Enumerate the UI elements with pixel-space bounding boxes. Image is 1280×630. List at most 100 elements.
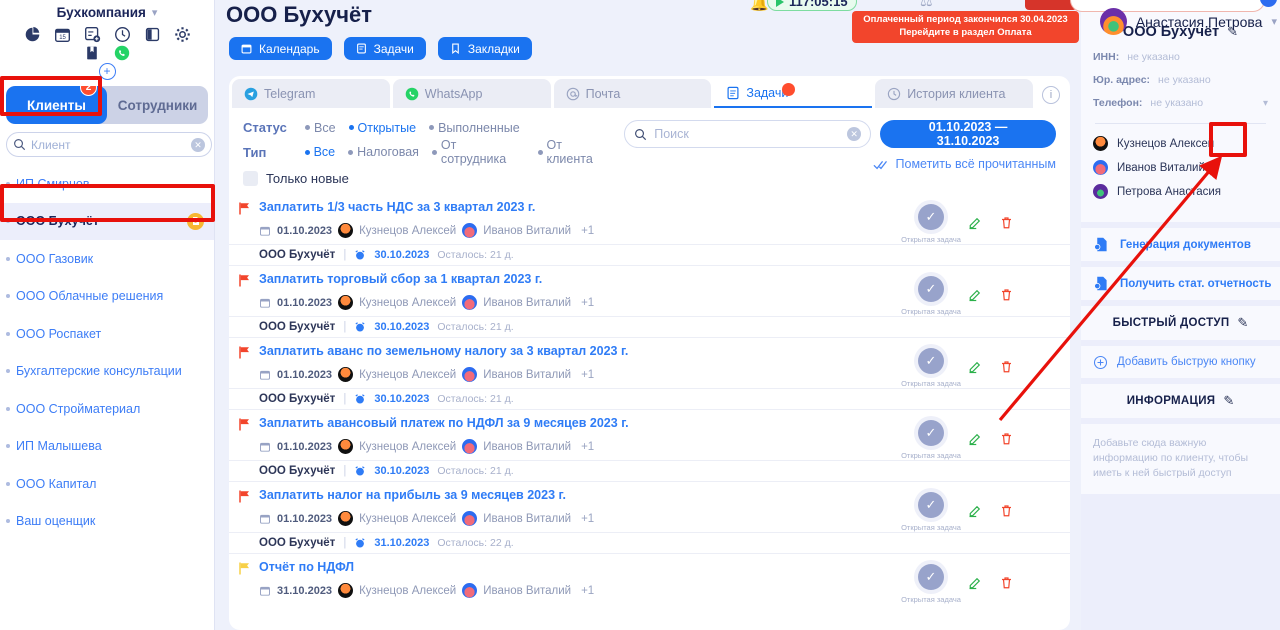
- task-row[interactable]: Заплатить 1/3 часть НДС за 3 квартал 202…: [229, 194, 1070, 265]
- priority-flag-icon[interactable]: [229, 560, 259, 580]
- sidebar-tab-clients[interactable]: Клиенты 2: [6, 86, 107, 124]
- company-selector[interactable]: Бухкомпания ▾: [0, 0, 214, 22]
- status-option-all[interactable]: Все: [305, 121, 336, 135]
- sidebar-tab-employees[interactable]: Сотрудники: [107, 86, 208, 124]
- client-list-item[interactable]: ООО Облачные решения: [0, 278, 214, 316]
- delete-task-icon[interactable]: [999, 359, 1014, 377]
- client-docs-badge[interactable]: [187, 212, 204, 230]
- edit-task-icon[interactable]: [968, 359, 983, 377]
- type-option-all[interactable]: Все: [304, 145, 335, 159]
- mark-all-read-button[interactable]: Пометить всё прочитанным: [872, 157, 1056, 171]
- client-search-input[interactable]: [31, 137, 186, 152]
- task-title[interactable]: Заплатить авансовый платеж по НДФЛ за 9 …: [259, 416, 902, 430]
- task-row[interactable]: Заплатить торговый сбор за 1 квартал 202…: [229, 265, 1070, 337]
- task-row[interactable]: Отчёт по НДФЛ 31.10.2023 Кузнецов Алексей И…: [229, 553, 1070, 604]
- task-row[interactable]: Заплатить авансовый платеж по НДФЛ за 9 …: [229, 409, 1070, 481]
- task-title[interactable]: Заплатить 1/3 часть НДС за 3 квартал 202…: [259, 200, 902, 214]
- type-option-from-employee[interactable]: От сотрудника: [431, 138, 525, 166]
- type-option-from-client[interactable]: От клиента: [537, 138, 612, 166]
- chart-pie-icon[interactable]: [24, 26, 41, 43]
- status-option-done[interactable]: Выполненные: [429, 121, 520, 135]
- delete-task-icon[interactable]: [999, 431, 1014, 449]
- task-more-assignees[interactable]: +1: [581, 369, 594, 381]
- task-row[interactable]: Заплатить налог на прибыль за 9 месяцев …: [229, 481, 1070, 553]
- complete-task-button[interactable]: ✓: [918, 564, 944, 590]
- tasks-button[interactable]: Задачи: [343, 37, 426, 60]
- task-title[interactable]: Заплатить торговый сбор за 1 квартал 202…: [259, 272, 902, 286]
- type-option-tax[interactable]: Налоговая: [348, 145, 419, 159]
- calendar-icon[interactable]: 15: [54, 26, 71, 43]
- client-list-item[interactable]: ООО Роспакет: [0, 315, 214, 353]
- client-list-item[interactable]: ИП Малышева: [0, 428, 214, 466]
- priority-flag-icon[interactable]: [229, 272, 259, 292]
- task-title[interactable]: Заплатить налог на прибыль за 9 месяцев …: [259, 488, 902, 502]
- get-stat-reports-button[interactable]: Получить стат. отчетность: [1081, 267, 1280, 300]
- edit-task-icon[interactable]: [968, 503, 983, 521]
- edit-task-icon[interactable]: [968, 287, 983, 305]
- channel-tab-1[interactable]: Telegram: [232, 79, 390, 108]
- client-list-item[interactable]: ООО Капитал: [0, 465, 214, 503]
- date-range-button[interactable]: 01.10.2023 — 31.10.2023: [880, 120, 1056, 148]
- edit-task-icon[interactable]: [968, 215, 983, 233]
- clear-search-icon[interactable]: ✕: [191, 137, 205, 152]
- only-new-checkbox[interactable]: Только новые: [243, 171, 624, 186]
- delete-task-icon[interactable]: [999, 215, 1014, 233]
- calendar-button[interactable]: Календарь: [229, 37, 332, 60]
- channel-tab-2[interactable]: WhatsApp: [392, 79, 551, 108]
- priority-flag-icon[interactable]: [229, 416, 259, 436]
- edit-task-icon[interactable]: [968, 575, 983, 593]
- client-list-item[interactable]: ИП Смирнов: [0, 165, 214, 203]
- client-list-item[interactable]: Бухгалтерские консультации: [0, 353, 214, 391]
- task-more-assignees[interactable]: +1: [581, 297, 594, 309]
- generate-documents-button[interactable]: Генерация документов: [1081, 228, 1280, 261]
- chevron-down-icon[interactable]: ▾: [1263, 98, 1268, 109]
- panel-icon[interactable]: [144, 26, 161, 43]
- clock-icon[interactable]: [114, 26, 131, 43]
- task-more-assignees[interactable]: +1: [581, 225, 594, 237]
- task-title[interactable]: Заплатить аванс по земельному налогу за …: [259, 344, 902, 358]
- complete-task-button[interactable]: ✓: [918, 204, 944, 230]
- delete-task-icon[interactable]: [999, 287, 1014, 305]
- delete-task-icon[interactable]: [999, 575, 1014, 593]
- edit-task-icon[interactable]: [968, 431, 983, 449]
- complete-task-button[interactable]: ✓: [918, 348, 944, 374]
- gear-icon[interactable]: [174, 26, 191, 43]
- task-more-assignees[interactable]: +1: [581, 585, 594, 597]
- person-row[interactable]: Кузнецов Алексей: [1093, 136, 1268, 151]
- channel-tab-4[interactable]: Задачи: [714, 79, 873, 108]
- task-search-box[interactable]: ✕: [624, 120, 872, 148]
- priority-flag-icon[interactable]: [229, 200, 259, 220]
- status-option-open[interactable]: Открытые: [348, 121, 416, 135]
- client-list-item[interactable]: ООО Стройматериал: [0, 390, 214, 428]
- person-row[interactable]: Петрова Анастасия: [1093, 184, 1268, 199]
- channel-tab-5[interactable]: История клиента: [875, 79, 1033, 108]
- edit-information-icon[interactable]: ✎: [1223, 393, 1234, 409]
- info-icon[interactable]: i: [1041, 86, 1060, 104]
- book-icon[interactable]: [84, 45, 101, 62]
- edit-quick-access-icon[interactable]: ✎: [1237, 315, 1248, 331]
- complete-task-button[interactable]: ✓: [918, 276, 944, 302]
- task-more-assignees[interactable]: +1: [581, 441, 594, 453]
- bookmarks-button[interactable]: Закладки: [437, 37, 532, 60]
- priority-flag-icon[interactable]: [229, 344, 259, 364]
- add-client-button[interactable]: +: [98, 63, 116, 80]
- edit-client-icon[interactable]: ✎: [1227, 24, 1238, 40]
- task-search-input[interactable]: [654, 127, 841, 141]
- add-quick-button[interactable]: Добавить быструю кнопку: [1081, 346, 1280, 378]
- client-list-item[interactable]: ООО Бухучёт: [0, 202, 214, 240]
- person-row[interactable]: Иванов Виталий: [1093, 160, 1268, 175]
- complete-task-button[interactable]: ✓: [918, 420, 944, 446]
- complete-task-button[interactable]: ✓: [918, 492, 944, 518]
- channel-tab-3[interactable]: Почта: [553, 79, 712, 108]
- task-row[interactable]: Заплатить аванс по земельному налогу за …: [229, 337, 1070, 409]
- clear-task-search-icon[interactable]: ✕: [847, 127, 862, 141]
- priority-flag-icon[interactable]: [229, 488, 259, 508]
- task-more-assignees[interactable]: +1: [581, 513, 594, 525]
- client-list-item[interactable]: ООО Газовик: [0, 240, 214, 278]
- task-add-icon[interactable]: [84, 26, 101, 43]
- whatsapp-icon[interactable]: [114, 45, 131, 62]
- client-list-item[interactable]: Ваш оценщик: [0, 503, 214, 541]
- information-box[interactable]: Добавьте сюда важную информацию по клиен…: [1081, 424, 1280, 494]
- task-title[interactable]: Отчёт по НДФЛ: [259, 560, 902, 574]
- delete-task-icon[interactable]: [999, 503, 1014, 521]
